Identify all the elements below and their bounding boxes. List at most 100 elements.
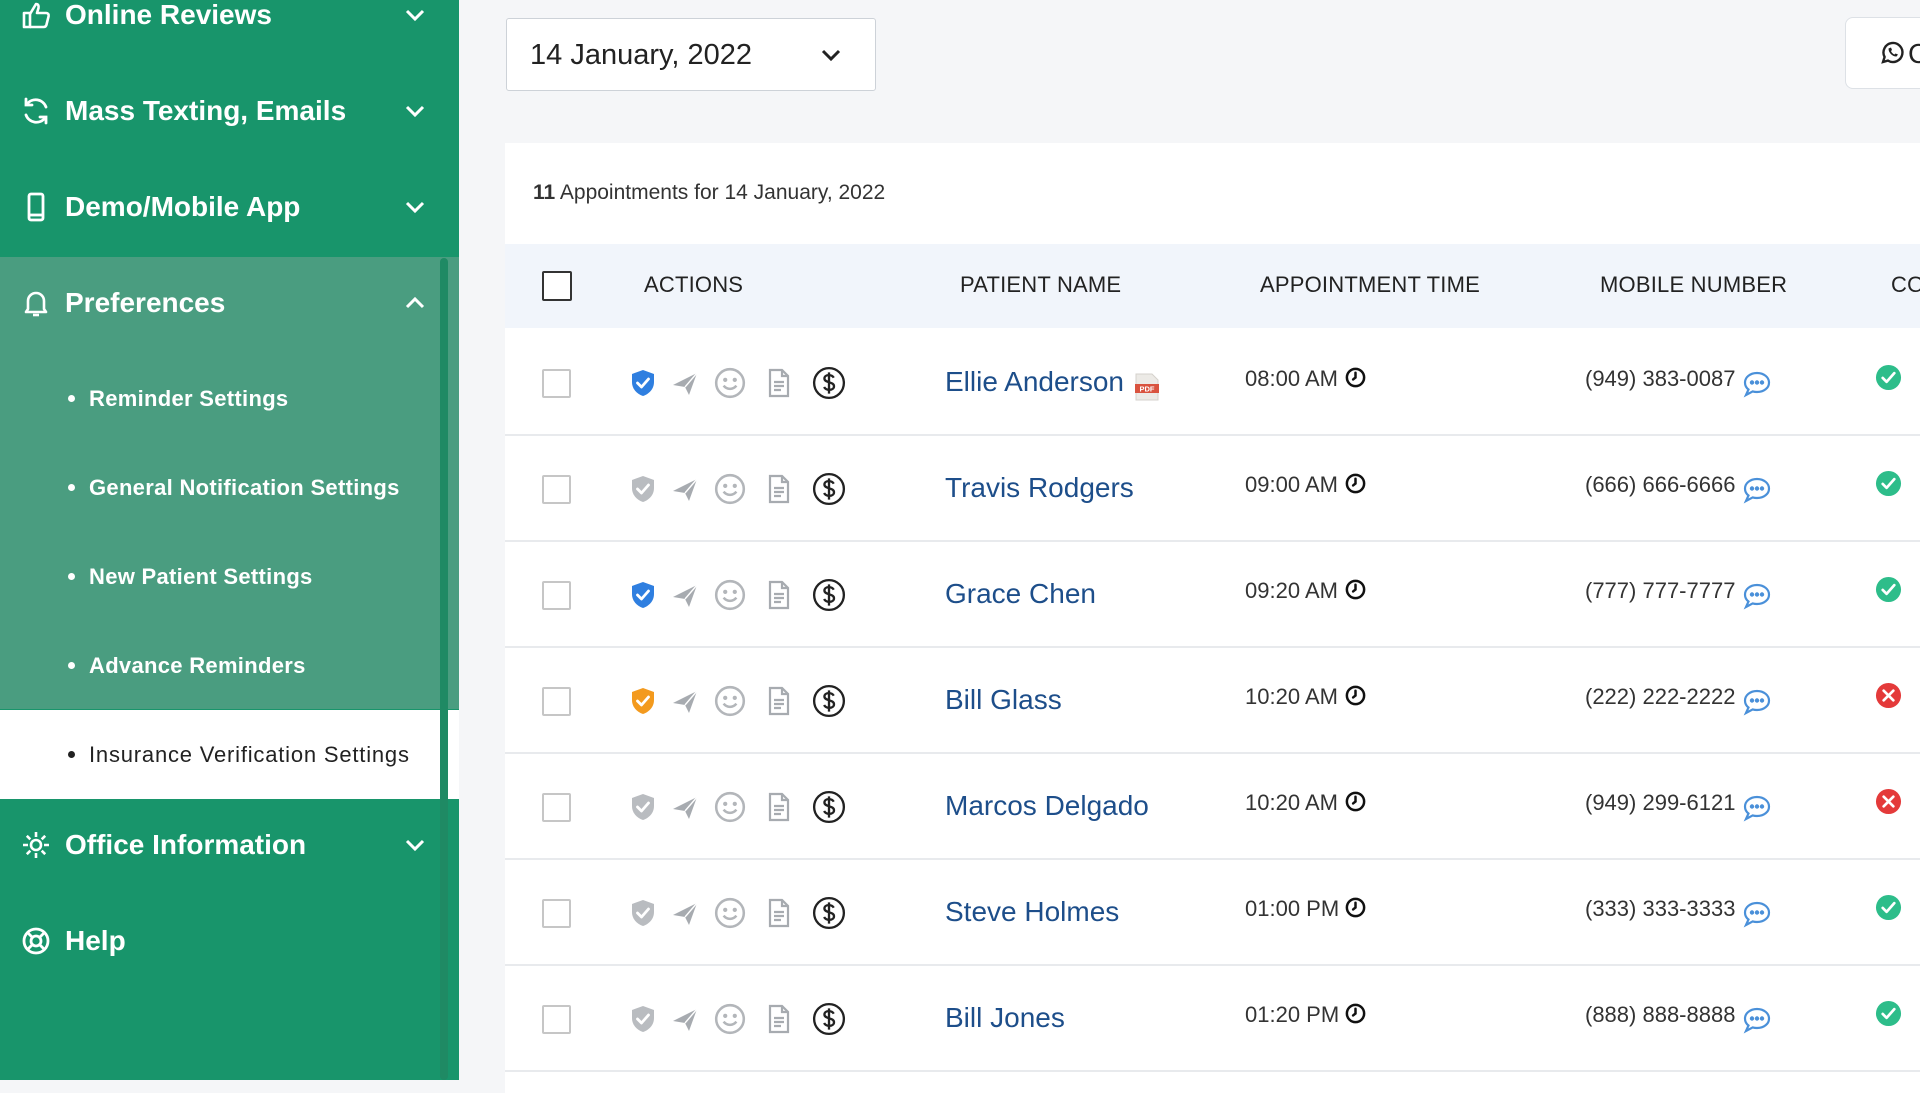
dollar-icon[interactable]: [812, 578, 846, 612]
column-header-confirmation[interactable]: CO: [1891, 272, 1920, 298]
smile-icon[interactable]: [713, 366, 747, 400]
table-row: Bill Glass 10:20 AM (222) 222-2222: [505, 646, 1920, 754]
dollar-icon[interactable]: [812, 472, 846, 506]
appointments-count: 11: [533, 181, 556, 204]
select-all-checkbox[interactable]: [542, 271, 572, 301]
x-circle-icon: [1875, 788, 1902, 815]
column-header-mobile-number[interactable]: MOBILE NUMBER: [1600, 272, 1787, 298]
row-checkbox[interactable]: [542, 369, 571, 398]
smile-icon[interactable]: [713, 1002, 747, 1036]
document-icon[interactable]: [763, 367, 795, 399]
document-icon[interactable]: [763, 1003, 795, 1035]
sidebar-item-label: Mass Texting, Emails: [65, 95, 347, 126]
smile-icon[interactable]: [713, 790, 747, 824]
sidebar-subitem-general-notification-settings[interactable]: General Notification Settings: [0, 443, 445, 532]
chevron-up-icon: [401, 289, 429, 317]
send-icon[interactable]: [669, 367, 701, 399]
smile-icon[interactable]: [713, 578, 747, 612]
appointment-time: 10:20 AM: [1245, 790, 1338, 815]
send-icon[interactable]: [669, 473, 701, 505]
chevron-down-icon: [401, 831, 429, 859]
subitem-label: Advance Reminders: [89, 652, 306, 678]
shield-icon[interactable]: [627, 473, 659, 505]
clock-icon: [1344, 366, 1367, 389]
chat-bubble-icon[interactable]: [1742, 688, 1772, 716]
send-icon[interactable]: [669, 1003, 701, 1035]
column-header-patient-name[interactable]: PATIENT NAME: [960, 272, 1121, 298]
table-row: Travis Rodgers 09:00 AM (666) 666-6666: [505, 434, 1920, 542]
sidebar-item-online-reviews[interactable]: Online Reviews: [0, 0, 459, 63]
bullet: [68, 484, 75, 491]
sidebar: Online Reviews Mass Texting, Emails Demo…: [0, 0, 459, 1080]
shield-icon[interactable]: [627, 897, 659, 929]
subitem-label: General Notification Settings: [89, 474, 400, 500]
send-icon[interactable]: [669, 579, 701, 611]
smile-icon[interactable]: [713, 896, 747, 930]
row-checkbox[interactable]: [542, 581, 571, 610]
sidebar-subitem-reminder-settings[interactable]: Reminder Settings: [0, 354, 445, 443]
mobile-number: (333) 333-3333: [1585, 896, 1736, 921]
document-icon[interactable]: [763, 897, 795, 929]
dollar-icon[interactable]: [812, 366, 846, 400]
document-icon[interactable]: [763, 791, 795, 823]
patient-name-link[interactable]: Bill Jones: [945, 1002, 1065, 1034]
chat-bubble-icon[interactable]: [1742, 900, 1772, 928]
chevron-down-icon: [401, 193, 429, 221]
chat-bubble-icon[interactable]: [1742, 582, 1772, 610]
pdf-icon[interactable]: PDF: [1132, 372, 1162, 402]
dollar-icon[interactable]: [812, 790, 846, 824]
clock-icon: [1344, 578, 1367, 601]
send-icon[interactable]: [669, 897, 701, 929]
send-icon[interactable]: [669, 685, 701, 717]
row-checkbox[interactable]: [542, 687, 571, 716]
send-icon[interactable]: [669, 791, 701, 823]
shield-icon[interactable]: [627, 367, 659, 399]
clock-icon: [1344, 896, 1367, 919]
chat-bubble-icon[interactable]: [1742, 794, 1772, 822]
row-checkbox[interactable]: [542, 475, 571, 504]
whatsapp-button[interactable]: C: [1845, 17, 1920, 89]
patient-name-link[interactable]: Steve Holmes: [945, 896, 1119, 928]
chat-bubble-icon[interactable]: [1742, 476, 1772, 504]
sidebar-scrollbar[interactable]: [440, 258, 448, 1080]
chevron-down-icon: [401, 1, 429, 29]
chat-bubble-icon[interactable]: [1742, 1006, 1772, 1034]
column-header-appointment-time[interactable]: APPOINTMENT TIME: [1260, 272, 1480, 298]
document-icon[interactable]: [763, 579, 795, 611]
appointment-time: 01:20 PM: [1245, 1002, 1340, 1027]
sidebar-item-mass-texting[interactable]: Mass Texting, Emails: [0, 63, 459, 159]
patient-name-link[interactable]: Ellie Anderson: [945, 366, 1124, 398]
sidebar-item-office-information[interactable]: Office Information: [0, 797, 459, 893]
document-icon[interactable]: [763, 473, 795, 505]
sidebar-item-preferences[interactable]: Preferences: [0, 255, 459, 351]
row-checkbox[interactable]: [542, 899, 571, 928]
table-row: Bill Jones 01:20 PM (888) 888-8888: [505, 964, 1920, 1072]
shield-icon[interactable]: [627, 791, 659, 823]
check-circle-icon: [1875, 894, 1902, 921]
document-icon[interactable]: [763, 685, 795, 717]
shield-icon[interactable]: [627, 579, 659, 611]
mobile-number: (222) 222-2222: [1585, 684, 1736, 709]
dollar-icon[interactable]: [812, 1002, 846, 1036]
sidebar-subitem-advance-reminders[interactable]: Advance Reminders: [0, 621, 445, 710]
sidebar-item-demo-mobile-app[interactable]: Demo/Mobile App: [0, 159, 459, 255]
sidebar-subitem-insurance-verification-settings[interactable]: Insurance Verification Settings: [0, 710, 459, 799]
dollar-icon[interactable]: [812, 896, 846, 930]
patient-name-link[interactable]: Bill Glass: [945, 684, 1062, 716]
date-picker[interactable]: 14 January, 2022: [506, 18, 876, 91]
mobile-number: (949) 383-0087: [1585, 366, 1736, 391]
sidebar-subitem-new-patient-settings[interactable]: New Patient Settings: [0, 532, 445, 621]
patient-name-link[interactable]: Grace Chen: [945, 578, 1096, 610]
patient-name-link[interactable]: Travis Rodgers: [945, 472, 1134, 504]
dollar-icon[interactable]: [812, 684, 846, 718]
row-checkbox[interactable]: [542, 1005, 571, 1034]
chat-bubble-icon[interactable]: [1742, 370, 1772, 398]
row-checkbox[interactable]: [542, 793, 571, 822]
smile-icon[interactable]: [713, 472, 747, 506]
shield-icon[interactable]: [627, 685, 659, 717]
table-row: Grace Chen 09:20 AM (777) 777-7777: [505, 540, 1920, 648]
smile-icon[interactable]: [713, 684, 747, 718]
sidebar-item-help[interactable]: Help: [0, 893, 459, 989]
patient-name-link[interactable]: Marcos Delgado: [945, 790, 1149, 822]
shield-icon[interactable]: [627, 1003, 659, 1035]
